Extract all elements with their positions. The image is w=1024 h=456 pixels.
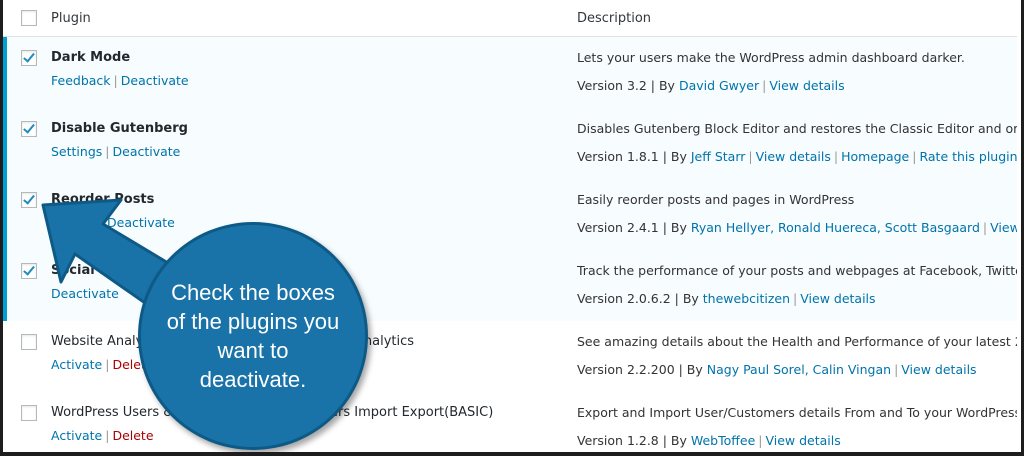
author-link[interactable]: WebToffee xyxy=(691,433,755,448)
plugin-meta: Version 2.0.6.2 | By thewebcitizen | View … xyxy=(577,291,876,306)
plugin-checkbox[interactable] xyxy=(21,50,37,66)
plugin-name: Disable Gutenberg xyxy=(51,121,188,136)
plugin-checkbox[interactable] xyxy=(21,121,37,137)
deactivate-link[interactable]: Deactivate xyxy=(107,215,175,230)
deactivate-link[interactable]: Deactivate xyxy=(113,144,181,159)
delete-link[interactable]: Delete xyxy=(112,428,153,443)
view-details-link[interactable]: View details xyxy=(756,149,831,164)
plugin-name: Reorder Posts xyxy=(51,192,155,207)
plugin-meta: Version 2.2.200 | By Nagy Paul Sorel, Ca… xyxy=(577,362,977,377)
version-text: Version 2.4.1 | By xyxy=(577,220,691,235)
homepage-link[interactable]: Homepage xyxy=(841,149,909,164)
row-actions: Deactivate xyxy=(51,286,119,301)
view-details-link[interactable]: View details xyxy=(800,291,875,306)
version-text: Version 1.2.8 | By xyxy=(577,433,691,448)
plugin-checkbox[interactable] xyxy=(21,263,37,279)
row-actions: Feedback | Deactivate xyxy=(51,73,189,88)
plugins-table: Plugin Description Dark Mode Feedback | De… xyxy=(3,0,1021,452)
view-details-link[interactable]: View details xyxy=(765,433,840,448)
table-row: Disable Gutenberg Settings | Deactivate Di… xyxy=(3,108,1021,180)
table-row: Reorder Posts Deactivate Easily reorder … xyxy=(3,179,1021,251)
plugin-description: Easily reorder posts and pages in WordPr… xyxy=(577,192,855,207)
feedback-link[interactable]: Feedback xyxy=(51,73,111,88)
plugin-description: Disables Gutenberg Block Editor and rest… xyxy=(577,121,1021,136)
instruction-callout: Check the boxes of the plugins you want … xyxy=(138,222,368,450)
plugin-description: Lets your users make the WordPress admin… xyxy=(577,50,965,65)
active-indicator xyxy=(3,37,7,108)
view-details-link[interactable]: View details xyxy=(769,78,844,93)
table-row: Dark Mode Feedback | Deactivate Lets your … xyxy=(3,37,1021,109)
row-actions: Deactivate xyxy=(107,215,175,230)
table-row: WordPress Users & WooCommerce Customers … xyxy=(3,392,1021,452)
version-text: Version 2.0.6.2 | By xyxy=(577,291,703,306)
active-indicator xyxy=(3,179,7,250)
rate-plugin-link[interactable]: Rate this plugin » xyxy=(919,149,1021,164)
row-actions: Activate | Delete xyxy=(51,428,154,443)
plugin-column-header[interactable]: Plugin xyxy=(51,11,91,26)
activate-link[interactable]: Activate xyxy=(51,357,102,372)
version-text: Version 2.2.200 | By xyxy=(577,362,707,377)
deactivate-link[interactable]: Deactivate xyxy=(121,73,189,88)
plugin-checkbox[interactable] xyxy=(21,192,37,208)
plugin-meta: Version 1.2.8 | By WebToffee | View detail… xyxy=(577,433,841,448)
author-link[interactable]: Jeff Starr xyxy=(691,149,746,164)
plugin-meta: Version 3.2 | By David Gwyer | View detail… xyxy=(577,78,845,93)
author-link[interactable]: Ryan Hellyer, Ronald Huereca, Scott Basg… xyxy=(691,220,980,235)
plugin-description: See amazing details about the Health and… xyxy=(577,334,1021,349)
plugin-name: Social Media xyxy=(51,263,144,278)
active-indicator xyxy=(3,108,7,179)
version-text: Version 1.8.1 | By xyxy=(577,149,691,164)
plugin-meta: Version 1.8.1 | By Jeff Starr | View detai… xyxy=(577,149,1021,164)
activate-link[interactable]: Activate xyxy=(51,428,102,443)
settings-link[interactable]: Settings xyxy=(51,144,102,159)
plugin-description: Export and Import User/Customers details… xyxy=(577,405,1021,420)
plugin-name: Dark Mode xyxy=(51,50,131,65)
plugin-name: Website Analys xyxy=(51,334,151,349)
author-link[interactable]: thewebcitizen xyxy=(703,291,790,306)
plugin-meta: Version 2.4.1 | By Ryan Hellyer, Ronald … xyxy=(577,220,1021,235)
callout-text: Check the boxes of the plugins you want … xyxy=(166,280,340,392)
row-actions: Activate | Delete xyxy=(51,357,154,372)
row-actions: Settings | Deactivate xyxy=(51,144,181,159)
active-indicator xyxy=(3,250,7,321)
author-link[interactable]: David Gwyer xyxy=(679,78,759,93)
description-column-header: Description xyxy=(577,11,652,26)
select-all-checkbox[interactable] xyxy=(21,10,37,26)
version-text: Version 3.2 | By xyxy=(577,78,679,93)
deactivate-link[interactable]: Deactivate xyxy=(51,286,119,301)
view-details-link[interactable]: View details xyxy=(901,362,976,377)
plugin-checkbox[interactable] xyxy=(21,405,37,421)
table-header: Plugin Description xyxy=(3,0,1021,37)
author-link[interactable]: Nagy Paul Sorel, Calin Vingan xyxy=(707,362,891,377)
plugin-checkbox[interactable] xyxy=(21,334,37,350)
plugin-description: Track the performance of your posts and … xyxy=(577,263,1021,278)
right-edge xyxy=(1017,0,1021,452)
